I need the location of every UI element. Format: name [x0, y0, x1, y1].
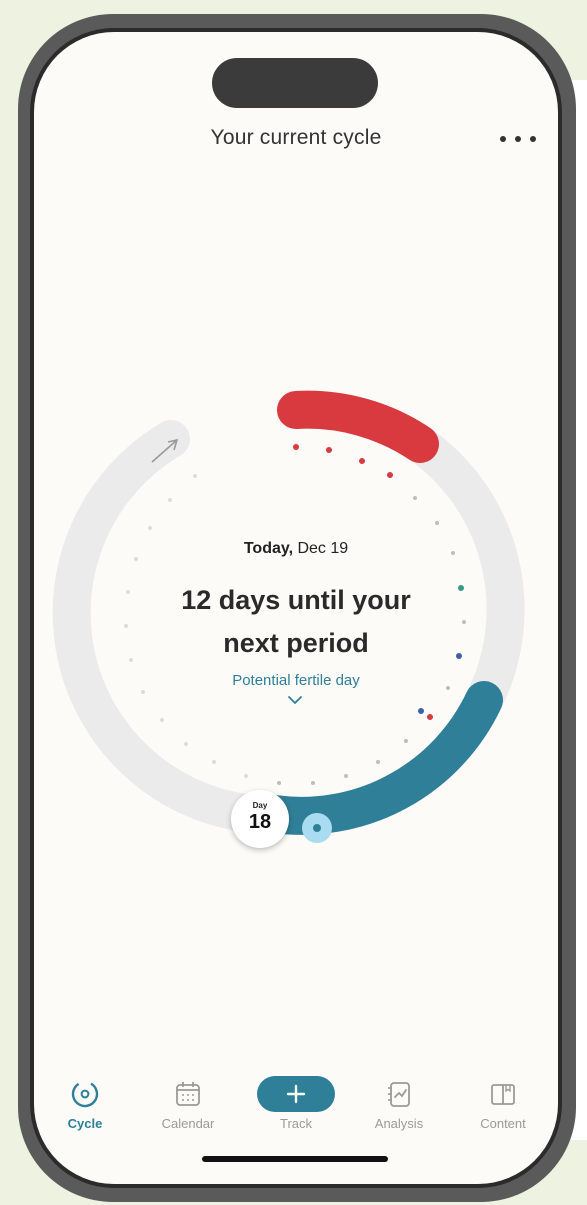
today-date: Today, Dec 19	[34, 540, 558, 558]
home-indicator[interactable]	[202, 1156, 388, 1162]
period-dot	[326, 447, 332, 453]
current-day-badge: Day 18	[231, 790, 289, 848]
day-dot	[184, 742, 188, 746]
day-dot	[141, 690, 145, 694]
day-dot	[193, 474, 197, 478]
today-prefix: Today,	[243, 540, 294, 557]
fertile-window-arc	[255, 681, 503, 835]
ovulation-dot	[418, 708, 424, 714]
period-dot	[293, 444, 299, 450]
day-dot	[311, 781, 315, 785]
nav-label-track: Track	[279, 1116, 313, 1131]
period-arc	[277, 390, 439, 463]
today-marker-center	[313, 824, 321, 832]
nav-item-calendar[interactable]: Calendar	[143, 1074, 233, 1131]
day-label: Day	[252, 801, 268, 810]
chevron-down-icon[interactable]	[287, 695, 303, 705]
nav-label-cycle: Cycle	[67, 1116, 103, 1131]
period-countdown-line2: next period	[223, 628, 369, 658]
day-dot	[404, 739, 408, 743]
period-countdown: 12 days until your next period	[34, 579, 558, 665]
ovulation-dot	[427, 714, 433, 720]
nav-item-content[interactable]: Content	[458, 1074, 548, 1131]
nav-item-analysis[interactable]: Analysis	[354, 1074, 444, 1131]
calendar-icon	[176, 1082, 200, 1106]
day-dot	[160, 718, 164, 722]
analysis-icon	[388, 1082, 410, 1107]
day-dot	[168, 498, 172, 502]
day-number: 18	[248, 811, 272, 833]
nav-label-content: Content	[480, 1116, 526, 1131]
today-date-value: Dec 19	[297, 540, 349, 557]
fertile-day-label[interactable]: Potential fertile day	[34, 672, 558, 689]
bottom-nav: Cycle Calendar Track Analysis Content	[34, 1074, 558, 1144]
day-dot	[244, 774, 248, 778]
period-dot	[387, 472, 393, 478]
cycle-icon	[71, 1080, 99, 1108]
day-dot	[277, 781, 281, 785]
nav-label-analysis: Analysis	[374, 1116, 424, 1131]
day-dot	[148, 526, 152, 530]
day-dot	[435, 521, 439, 525]
day-dot	[376, 760, 380, 764]
book-icon	[491, 1084, 515, 1105]
period-countdown-line1: 12 days until your	[181, 585, 411, 615]
track-button[interactable]	[257, 1076, 335, 1112]
nav-label-calendar: Calendar	[161, 1116, 215, 1131]
nav-item-cycle[interactable]: Cycle	[40, 1074, 130, 1131]
day-dot	[344, 774, 348, 778]
plus-icon	[286, 1084, 306, 1104]
day-dot	[413, 496, 417, 500]
app-screen: Your current cycle Today, Dec 19 12 days…	[34, 32, 558, 1184]
nav-item-track[interactable]: Track	[251, 1074, 341, 1131]
period-dot	[359, 458, 365, 464]
day-dot	[212, 760, 216, 764]
